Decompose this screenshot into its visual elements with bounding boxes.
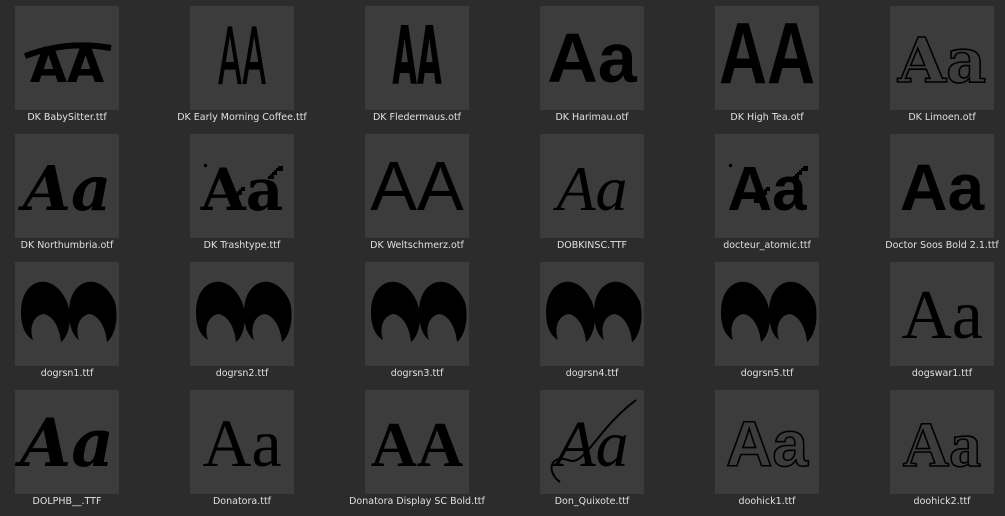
font-preview-thumbnail (15, 262, 119, 366)
font-preview-thumbnail: Aa (15, 134, 119, 238)
font-file-name: DOBKINSC.TTF (556, 240, 628, 251)
font-file-name: dogrsn4.ttf (565, 368, 619, 379)
font-preview-thumbnail: Aa (15, 390, 119, 494)
font-preview-glyphs (546, 281, 642, 342)
font-preview-thumbnail (190, 262, 294, 366)
font-preview-glyphs: AA (719, 6, 815, 103)
font-preview-text: AA (392, 10, 442, 103)
font-preview-thumbnail (715, 262, 819, 366)
font-file-name: docteur_atomic.ttf (723, 240, 811, 251)
font-file-name: doohick2.ttf (913, 496, 971, 507)
font-preview-thumbnail: Aa (890, 262, 994, 366)
font-preview-text: AA (719, 6, 815, 103)
font-preview-thumbnail: AA (365, 6, 469, 110)
font-preview-glyphs: AA (392, 10, 442, 103)
font-preview-text: Aa (897, 24, 986, 97)
font-preview-glyphs: Aa (552, 153, 627, 224)
font-preview-glyphs: Aa (727, 155, 808, 224)
font-preview-glyphs: AA (371, 409, 463, 480)
font-file-name: dogrsn5.ttf (740, 368, 794, 379)
font-file-name: doohick1.ttf (738, 496, 796, 507)
font-preview-thumbnail: AA (365, 390, 469, 494)
font-file-name: dogrsn1.ttf (40, 368, 94, 379)
font-preview-thumbnail: Aa (540, 6, 644, 110)
font-preview-thumbnail: Aa (190, 134, 294, 238)
font-preview-glyphs: Aa (18, 152, 111, 225)
font-preview-text: Aa (547, 19, 638, 97)
font-file-name: DK Early Morning Coffee.ttf (177, 112, 307, 123)
font-preview-text: AA (371, 409, 463, 480)
font-preview-glyphs: Aa (725, 407, 809, 481)
font-preview-text: Aa (202, 405, 281, 481)
font-preview-thumbnail: Aa (190, 390, 294, 494)
font-preview-thumbnail: Aa (540, 390, 644, 494)
font-file-name: dogswar1.ttf (911, 368, 973, 379)
file-grid: AA DK BabySitter.ttf AA DK Early Morning Co… (0, 0, 1005, 516)
font-preview-glyphs: Aa (547, 19, 638, 97)
font-preview-thumbnail: AA (190, 6, 294, 110)
font-preview-thumbnail: Aa (540, 134, 644, 238)
font-preview-glyphs: Aa (550, 399, 637, 483)
font-file-name: DK Harimau.otf (555, 112, 629, 123)
font-file-name: Donatora Display SC Bold.ttf (349, 496, 485, 507)
font-preview-thumbnail: Aa (890, 6, 994, 110)
font-preview-text: Aa (726, 408, 808, 480)
font-file-name: Doctor Soos Bold 2.1.ttf (885, 240, 999, 251)
font-preview-text: AA (218, 12, 266, 103)
font-preview-thumbnail (540, 262, 644, 366)
font-preview-glyphs: AA (218, 12, 266, 103)
font-preview-text: Aa (551, 408, 628, 481)
font-preview-text: Aa (900, 150, 986, 224)
font-file-name: Donatora.ttf (212, 496, 272, 507)
font-preview-glyphs (21, 281, 117, 342)
font-file-name: Don_Quixote.ttf (554, 496, 630, 507)
font-file-name: DK Fledermaus.otf (372, 112, 462, 123)
font-preview-glyphs: AA (23, 38, 112, 94)
font-preview-thumbnail: Aa (715, 134, 819, 238)
font-preview-glyphs (196, 281, 292, 342)
font-file-name: dogrsn2.ttf (215, 368, 269, 379)
font-file-name: DK Weltschmerz.otf (370, 240, 464, 251)
font-file-name: DK BabySitter.ttf (27, 112, 107, 123)
font-preview-glyphs: Aa (901, 277, 983, 354)
font-preview-thumbnail: AA (365, 134, 469, 238)
font-preview-glyphs: Aa (202, 405, 281, 481)
font-preview-thumbnail: Aa (890, 134, 994, 238)
font-preview-thumbnail: Aa (715, 390, 819, 494)
font-preview-glyphs (721, 281, 817, 342)
font-file-name: dogrsn3.ttf (390, 368, 444, 379)
font-preview-glyphs: Aa (200, 156, 284, 224)
font-preview-glyphs (371, 281, 467, 342)
font-file-name: DK Northumbria.otf (20, 240, 114, 251)
font-preview-glyphs: Aa (15, 404, 114, 482)
font-preview-text: Aa (903, 409, 981, 480)
font-preview-glyphs: Aa (902, 408, 982, 481)
font-preview-glyphs: AA (370, 147, 464, 225)
font-preview-thumbnail (365, 262, 469, 366)
font-file-name: DOLPHB__.TTF (32, 496, 102, 507)
font-preview-text: AA (370, 147, 464, 225)
font-preview-glyphs: Aa (900, 150, 986, 224)
font-preview-thumbnail: AA (15, 6, 119, 110)
font-preview-text: Aa (15, 404, 114, 482)
font-preview-glyphs: Aa (896, 23, 987, 98)
font-preview-thumbnail: AA (715, 6, 819, 110)
font-preview-text: Aa (18, 152, 111, 225)
font-file-name: DK Limoen.otf (908, 112, 976, 123)
font-file-name: DK High Tea.otf (730, 112, 804, 123)
font-preview-thumbnail: Aa (890, 390, 994, 494)
font-file-name: DK Trashtype.ttf (203, 240, 281, 251)
font-preview-text: Aa (552, 153, 627, 224)
font-preview-text: Aa (901, 277, 983, 354)
